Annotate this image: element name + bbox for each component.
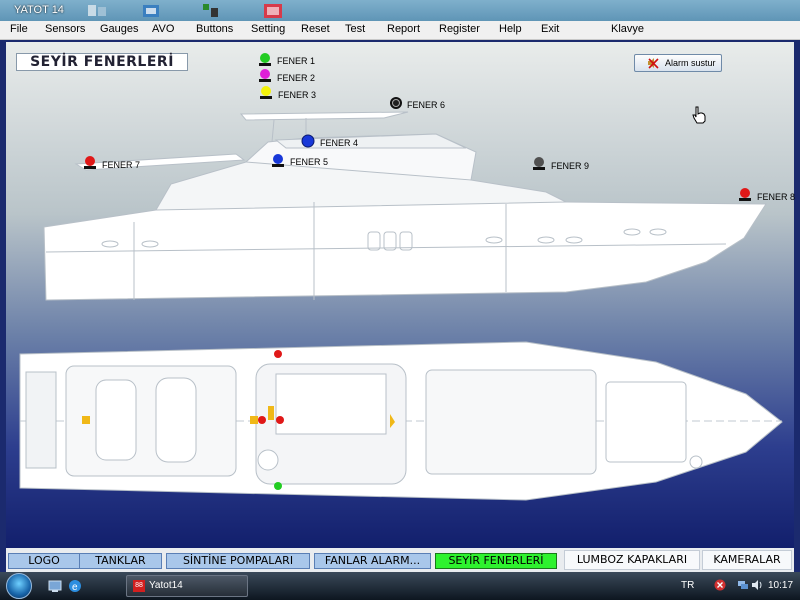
windows-taskbar: e 88 Yatot14 TR 10:17 [0,572,800,600]
taskbar-app-yatot14[interactable]: 88 Yatot14 [126,575,248,597]
window-title: YATOT 14 [14,4,64,16]
lamp-7-glass [85,156,95,166]
tab-lumboz-kapaklari[interactable]: LUMBOZ KAPAKLARI [564,550,700,570]
navigation-lights-panel: SEYİR FENERLERİ Alarm sustur FENER 1 FEN… [6,42,796,548]
lamp-1-icon [259,53,271,66]
tab-seyir-fenerleri[interactable]: SEYİR FENERLERİ [435,553,557,569]
title-decoration-icon [264,4,282,18]
yacht-side-view [43,111,767,301]
menu-gauges[interactable]: Gauges [100,23,139,35]
lamp-4-glass [301,134,315,148]
menu-bar: File Sensors Gauges AVO Buttons Setting … [0,21,800,40]
lamp-6-glass [392,99,400,107]
svg-text:e: e [72,582,78,593]
internet-explorer-icon[interactable]: e [68,579,82,593]
lamp-6-icon [390,97,402,109]
lamp-2-icon [259,69,271,82]
lamp-3-icon [260,86,272,99]
close-circle-icon[interactable] [714,579,726,591]
tab-sintine-pompalari[interactable]: SİNTİNE POMPALARI [166,553,310,569]
lamp-6-label: FENER 6 [407,100,446,110]
lamp-9-icon [533,157,545,170]
lamp-4-label: FENER 4 [320,138,359,148]
yacht-drawing [19,111,783,501]
lamp-5-icon [272,154,284,167]
menu-help[interactable]: Help [499,23,522,35]
lamp-1-label: FENER 1 [277,56,316,66]
lamp-8-glass [740,188,750,198]
lamp-9-label: FENER 9 [551,161,590,171]
title-decoration-icon [203,4,218,17]
window-title-bar[interactable]: YATOT 14 [0,0,800,21]
bottom-tab-strip: LOGO TANKLAR SİNTİNE POMPALARI FANLAR AL… [6,548,794,572]
show-desktop-icon[interactable] [48,579,62,593]
title-decoration-icon [88,5,106,16]
lamp-8-label: FENER 8 [757,192,796,202]
yacht-top-view [19,341,783,501]
tab-fanlar-alarm[interactable]: FANLAR ALARM... [314,553,431,569]
lamp-5-label: FENER 5 [290,157,329,167]
tab-tanklar[interactable]: TANKLAR [79,553,162,569]
menu-test[interactable]: Test [345,23,365,35]
tab-logo[interactable]: LOGO [8,553,80,569]
volume-icon[interactable] [751,579,763,591]
menu-reset[interactable]: Reset [301,23,330,35]
lamp-8-icon [739,188,751,201]
menu-buttons[interactable]: Buttons [196,23,233,35]
lamp-3-label: FENER 3 [278,90,317,100]
lamp-9-glass [534,157,544,167]
language-indicator[interactable]: TR [681,580,694,591]
menu-klavye[interactable]: Klavye [611,23,644,35]
lamp-3-glass [261,86,271,96]
menu-exit[interactable]: Exit [541,23,559,35]
menu-report[interactable]: Report [387,23,420,35]
lamp-7-icon [84,156,96,169]
menu-file[interactable]: File [10,23,28,35]
system-clock[interactable]: 10:17 [768,580,793,591]
network-icon[interactable] [737,579,749,591]
tab-kameralar[interactable]: KAMERALAR [702,550,792,570]
lamp-1-glass [260,53,270,63]
lamp-2-label: FENER 2 [277,73,316,83]
menu-register[interactable]: Register [439,23,480,35]
lamp-7-label: FENER 7 [102,160,141,170]
taskbar-app-label: Yatot14 [149,580,183,591]
lamp-4-icon [301,134,315,148]
lamp-5-glass [273,154,283,164]
menu-avo[interactable]: AVO [152,23,174,35]
menu-sensors[interactable]: Sensors [45,23,85,35]
lamp-2-glass [260,69,270,79]
yatot-app-icon: 88 [133,580,145,592]
start-button[interactable] [6,573,32,599]
title-decoration-icon [143,5,159,17]
menu-setting[interactable]: Setting [251,23,285,35]
